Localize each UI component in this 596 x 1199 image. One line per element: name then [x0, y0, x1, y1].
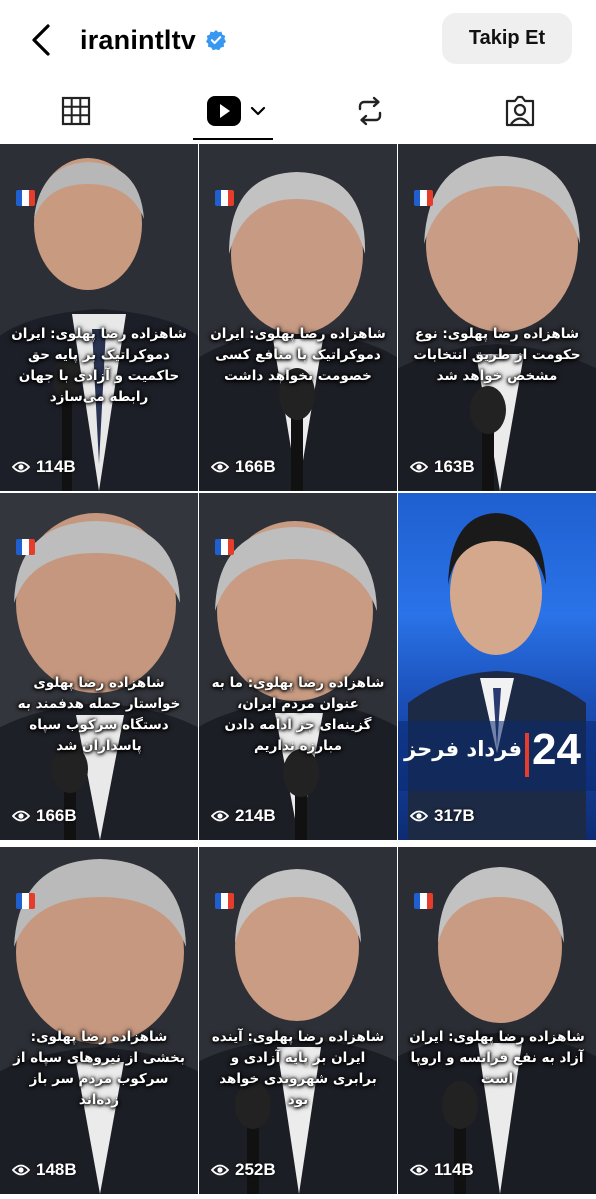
view-count: 166B — [12, 806, 77, 826]
tab-grid[interactable] — [56, 90, 96, 132]
view-count: 114B — [12, 457, 76, 477]
username: iranintltv — [80, 24, 197, 55]
view-count: 166B — [211, 457, 276, 477]
selected-tab-indicator — [193, 138, 273, 140]
view-count: 317B — [410, 806, 475, 826]
view-count-value: 114B — [36, 457, 76, 476]
eye-icon — [211, 1164, 229, 1176]
news-anchor-name: فرداد فرحز — [404, 737, 522, 761]
reel-caption: شاهزاده رضا پهلوی: ایران آزاد به نفع فرا… — [409, 1029, 585, 1087]
eye-icon — [12, 810, 30, 822]
eye-icon — [12, 461, 30, 473]
profile-header: iranintltv Takip Et — [0, 0, 596, 80]
reel-caption: شاهزاده رضا پهلوی: نوع حکومت از طریق انت… — [413, 326, 581, 384]
reel-tile[interactable]: شاهزاده رضا پهلوی: ما به عنوان مردم ایرا… — [199, 493, 397, 840]
reel-tile[interactable]: شاهزاده رضا پهلوی خواستار حمله هدفمند به… — [0, 493, 198, 840]
france-flag-icon — [414, 893, 433, 909]
reel-caption: شاهزاده رضا پهلوی: آینده ایران بر پایه آ… — [211, 1029, 385, 1108]
reel-tile[interactable]: 24 فرداد فرحز 317B — [398, 493, 596, 840]
view-count: 163B — [410, 457, 475, 477]
tab-reels[interactable] — [203, 90, 269, 132]
reel-tile[interactable]: شاهزاده رضا پهلوی: نوع حکومت از طریق انت… — [398, 144, 596, 491]
reel-caption: شاهزاده رضا پهلوی: ایران دموکراتیک با من… — [210, 326, 386, 384]
verified-badge-icon — [205, 29, 227, 51]
france-flag-icon — [16, 893, 35, 909]
profile-tabs — [0, 82, 596, 140]
tab-reposts[interactable] — [352, 90, 388, 132]
view-count-value: 114B — [434, 1160, 474, 1179]
reel-caption: شاهزاده رضا پهلوی: بخشی از نیروهای سپاه … — [13, 1029, 185, 1108]
view-count: 148B — [12, 1160, 77, 1180]
reel-tile[interactable]: شاهزاده رضا پهلوی: ایران دموکراتیک با من… — [199, 144, 397, 491]
follow-button[interactable]: Takip Et — [442, 13, 572, 64]
eye-icon — [211, 810, 229, 822]
reel-tile[interactable]: شاهزاده رضا پهلوی: ایران دموکراتیک بر پا… — [0, 144, 198, 491]
reel-tile[interactable]: شاهزاده رضا پهلوی: آینده ایران بر پایه آ… — [199, 847, 397, 1194]
reel-tile[interactable]: شاهزاده رضا پهلوی: بخشی از نیروهای سپاه … — [0, 847, 198, 1194]
view-count: 114B — [410, 1160, 474, 1180]
eye-icon — [12, 1164, 30, 1176]
eye-icon — [410, 810, 428, 822]
tagged-user-icon — [503, 95, 537, 127]
username-group: iranintltv — [80, 20, 227, 60]
channel-accent-bar — [525, 733, 529, 777]
grid-icon — [61, 96, 91, 126]
view-count-value: 166B — [36, 806, 77, 825]
back-arrow-icon[interactable] — [26, 20, 58, 60]
view-count-value: 148B — [36, 1160, 77, 1179]
france-flag-icon — [414, 190, 433, 206]
view-count-value: 163B — [434, 457, 475, 476]
reel-caption: شاهزاده رضا پهلوی خواستار حمله هدفمند به… — [17, 675, 181, 754]
france-flag-icon — [16, 539, 35, 555]
view-count-value: 214B — [235, 806, 276, 825]
france-flag-icon — [16, 190, 35, 206]
reel-caption: شاهزاده رضا پهلوی: ما به عنوان مردم ایرا… — [211, 675, 385, 754]
eye-icon — [211, 461, 229, 473]
view-count-value: 317B — [434, 806, 475, 825]
reel-tile[interactable]: شاهزاده رضا پهلوی: ایران آزاد به نفع فرا… — [398, 847, 596, 1194]
view-count-value: 166B — [235, 457, 276, 476]
view-count: 214B — [211, 806, 276, 826]
repost-icon — [354, 95, 386, 127]
tab-tagged[interactable] — [500, 90, 540, 132]
france-flag-icon — [215, 539, 234, 555]
france-flag-icon — [215, 893, 234, 909]
eye-icon — [410, 461, 428, 473]
reel-caption: شاهزاده رضا پهلوی: ایران دموکراتیک بر پا… — [11, 326, 187, 405]
view-count: 252B — [211, 1160, 276, 1180]
chevron-down-icon — [250, 105, 266, 117]
france-flag-icon — [215, 190, 234, 206]
eye-icon — [410, 1164, 428, 1176]
reels-icon — [206, 95, 242, 127]
news-channel-number: 24 — [532, 725, 581, 774]
view-count-value: 252B — [235, 1160, 276, 1179]
